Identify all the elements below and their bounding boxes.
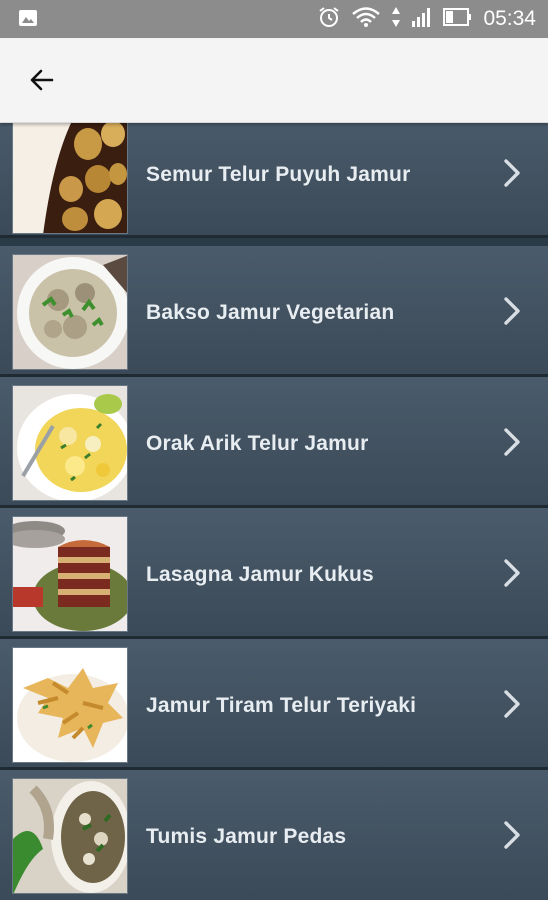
back-arrow-icon: [30, 69, 54, 91]
image-notification-icon: [18, 8, 38, 33]
list-item[interactable]: Tumis Jamur Pedas: [0, 770, 548, 900]
vegetarian-meatball-soup-photo: [12, 254, 128, 370]
chevron-right-icon: [504, 297, 520, 325]
quail-egg-stew-photo: [12, 122, 128, 234]
recipe-title: Tumis Jamur Pedas: [146, 825, 347, 848]
list-item[interactable]: Jamur Tiram Telur Teriyaki: [0, 639, 548, 770]
list-item[interactable]: Bakso Jamur Vegetarian: [0, 246, 548, 377]
spicy-stir-fry-mushroom-photo: [12, 778, 128, 894]
fried-oyster-mushroom-photo: [12, 647, 128, 763]
recipe-title: Bakso Jamur Vegetarian: [146, 301, 395, 324]
chevron-right-icon: [504, 821, 520, 849]
chevron-right-icon: [504, 690, 520, 718]
chevron-right-icon: [504, 428, 520, 456]
recipe-list: Semur Telur Puyuh Jamur Bakso Jamur Vege…: [0, 122, 548, 900]
recipe-title: Semur Telur Puyuh Jamur: [146, 163, 411, 186]
list-item[interactable]: Lasagna Jamur Kukus: [0, 508, 548, 639]
list-item[interactable]: Semur Telur Puyuh Jamur: [0, 122, 548, 238]
wifi-icon: [351, 5, 381, 34]
chevron-right-icon: [504, 559, 520, 587]
app-toolbar: [0, 38, 548, 123]
status-bar: 05:34: [0, 0, 548, 38]
status-clock: 05:34: [483, 7, 536, 30]
recipe-title: Jamur Tiram Telur Teriyaki: [146, 694, 417, 717]
recipe-title: Orak Arik Telur Jamur: [146, 432, 369, 455]
recipe-title: Lasagna Jamur Kukus: [146, 563, 374, 586]
scrambled-egg-mushroom-photo: [12, 385, 128, 501]
steamed-mushroom-lasagna-photo: [12, 516, 128, 632]
list-item[interactable]: Orak Arik Telur Jamur: [0, 377, 548, 508]
chevron-right-icon: [504, 159, 520, 187]
back-button[interactable]: [22, 60, 62, 100]
signal-icon: [411, 6, 433, 33]
data-transfer-icon: [391, 6, 401, 33]
alarm-icon: [317, 5, 341, 34]
battery-icon: [443, 7, 473, 32]
